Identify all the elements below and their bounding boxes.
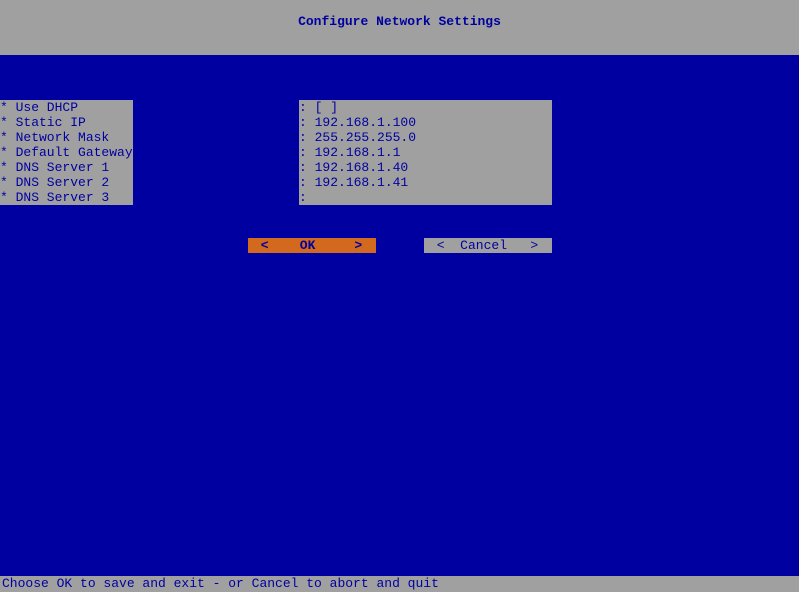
value-network-mask[interactable]: : 255.255.255.0 [299, 130, 552, 145]
button-row: < OK > < Cancel > [0, 238, 799, 253]
field-labels-box: * Use DHCP * Static IP * Network Mask * … [0, 100, 133, 205]
value-static-ip[interactable]: : 192.168.1.100 [299, 115, 552, 130]
cancel-button[interactable]: < Cancel > [424, 238, 552, 253]
status-bar: Choose OK to save and exit - or Cancel t… [0, 576, 799, 592]
label-dns-server-1[interactable]: * DNS Server 1 [0, 160, 133, 175]
title-bar: Configure Network Settings [0, 0, 799, 55]
label-use-dhcp[interactable]: * Use DHCP [0, 100, 133, 115]
value-dns-server-1[interactable]: : 192.168.1.40 [299, 160, 552, 175]
value-dns-server-2[interactable]: : 192.168.1.41 [299, 175, 552, 190]
label-network-mask[interactable]: * Network Mask [0, 130, 133, 145]
label-static-ip[interactable]: * Static IP [0, 115, 133, 130]
ok-button[interactable]: < OK > [248, 238, 376, 253]
value-default-gateway[interactable]: : 192.168.1.1 [299, 145, 552, 160]
field-values-box: : [ ] : 192.168.1.100 : 255.255.255.0 : … [299, 100, 552, 205]
page-title: Configure Network Settings [298, 14, 501, 29]
value-dns-server-3[interactable]: : [299, 190, 552, 205]
value-use-dhcp[interactable]: : [ ] [299, 100, 552, 115]
label-dns-server-3[interactable]: * DNS Server 3 [0, 190, 133, 205]
label-default-gateway[interactable]: * Default Gateway [0, 145, 133, 160]
label-dns-server-2[interactable]: * DNS Server 2 [0, 175, 133, 190]
